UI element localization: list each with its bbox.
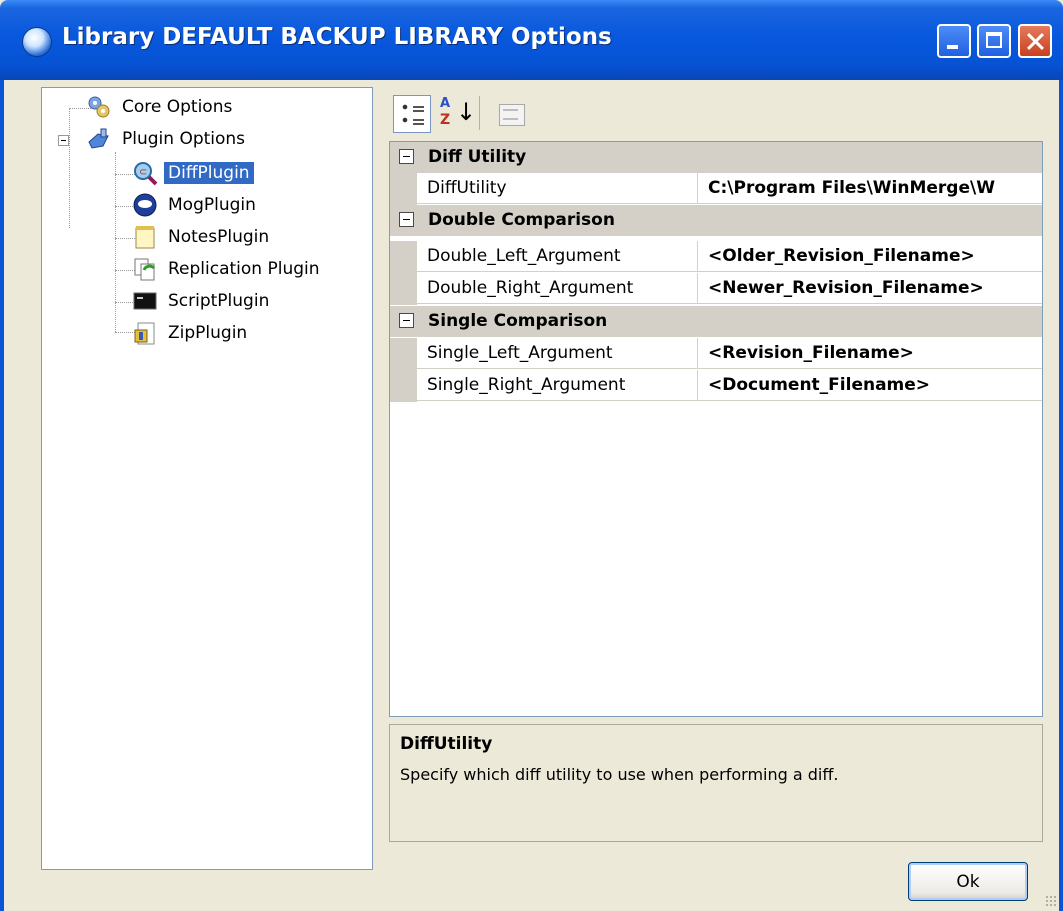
property-name[interactable]: DiffUtility [417,173,698,204]
property-grid-toolbar: A Z ↓ [389,92,539,136]
help-title: DiffUtility [400,734,493,754]
notes-plugin-icon [132,224,158,250]
category-label: Double Comparison [428,210,615,230]
category-row-diff-utility[interactable]: Diff Utility [390,142,1042,173]
tree-item-zipplugin[interactable]: ZipPlugin [132,320,251,346]
property-row-double-right-argument[interactable]: Double_Right_Argument <Newer_Revision_Fi… [390,273,1042,305]
tree-line [69,108,70,228]
options-dialog: Library DEFAULT BACKUP LIBRARY Options C… [0,0,1063,911]
property-row-diffutility[interactable]: DiffUtility C:\Program Files\WinMerge\W [390,173,1042,205]
sort-alphabetical-icon[interactable]: A Z ↓ [435,95,477,133]
tree-item-scriptplugin[interactable]: ScriptPlugin [132,288,273,314]
collapse-expander-icon[interactable] [58,135,69,146]
core-options-icon [86,94,112,120]
collapse-category-icon[interactable] [399,149,414,164]
title-bar[interactable]: Library DEFAULT BACKUP LIBRARY Options [0,0,1063,80]
property-name[interactable]: Double_Right_Argument [417,273,698,304]
row-gutter [390,338,417,370]
window-title: Library DEFAULT BACKUP LIBRARY Options [62,24,612,50]
row-gutter [390,241,417,273]
tree-line [115,152,116,332]
tree-item-diffplugin[interactable]: ⊂ DiffPlugin [132,160,254,186]
window-frame-left [0,80,4,911]
property-pages-icon[interactable] [493,95,531,133]
property-value[interactable]: <Newer_Revision_Filename> [698,273,1042,304]
collapse-category-icon[interactable] [399,313,414,328]
mog-plugin-icon [132,192,158,218]
property-row-single-right-argument[interactable]: Single_Right_Argument <Document_Filename… [390,370,1042,402]
category-row-double-comparison[interactable]: Double Comparison [390,205,1042,236]
help-pane: DiffUtility Specify which diff utility t… [389,724,1043,842]
zip-plugin-icon [132,320,158,346]
options-tree[interactable]: Core Options Plugin Options ⊂ DiffPlugin… [41,87,373,870]
tree-item-label: Core Options [122,97,233,117]
tree-item-core-options[interactable]: Core Options [86,94,236,120]
svg-text:⊂: ⊂ [139,167,147,178]
row-gutter [390,273,417,305]
plugin-options-icon [86,126,112,152]
tree-item-label: ZipPlugin [168,323,248,343]
row-gutter [390,370,417,402]
tree-item-label: ScriptPlugin [168,291,270,311]
maximize-button[interactable] [977,24,1011,58]
resize-grip-icon[interactable] [1045,895,1057,907]
property-row-double-left-argument[interactable]: Double_Left_Argument <Older_Revision_Fil… [390,241,1042,273]
category-label: Single Comparison [428,311,608,331]
script-plugin-icon [132,288,158,314]
tree-item-notesplugin[interactable]: NotesPlugin [132,224,273,250]
tree-item-label: Plugin Options [122,129,246,149]
collapse-category-icon[interactable] [399,212,414,227]
sort-z-letter: Z [440,112,451,128]
replication-plugin-icon [132,256,158,282]
property-name[interactable]: Double_Left_Argument [417,241,698,272]
tree-item-label: DiffPlugin [164,162,254,184]
property-name[interactable]: Single_Right_Argument [417,370,698,401]
property-grid[interactable]: Diff Utility DiffUtility C:\Program File… [389,141,1043,717]
property-value[interactable]: <Document_Filename> [698,370,1042,401]
property-value[interactable]: C:\Program Files\WinMerge\W [698,173,1042,204]
toolbar-separator [479,96,480,130]
minimize-button[interactable] [937,24,971,58]
tree-item-label: MogPlugin [168,195,256,215]
category-row-single-comparison[interactable]: Single Comparison [390,306,1042,337]
sort-a-letter: A [440,96,451,111]
row-gutter [390,173,417,205]
property-value[interactable]: <Revision_Filename> [698,338,1042,369]
window-frame-right [1059,80,1063,911]
diff-plugin-icon: ⊂ [132,160,158,186]
tree-item-label: NotesPlugin [168,227,270,247]
property-row-single-left-argument[interactable]: Single_Left_Argument <Revision_Filename> [390,338,1042,370]
tree-item-mogplugin[interactable]: MogPlugin [132,192,260,218]
ok-button[interactable]: Ok [908,862,1028,901]
tree-item-label: Replication Plugin [168,259,320,279]
tree-item-replication-plugin[interactable]: Replication Plugin [132,256,324,282]
app-icon [22,27,52,57]
help-description: Specify which diff utility to use when p… [400,765,839,784]
close-button[interactable] [1018,24,1052,58]
category-label: Diff Utility [428,147,527,167]
property-name[interactable]: Single_Left_Argument [417,338,698,369]
property-value[interactable]: <Older_Revision_Filename> [698,241,1042,272]
tree-item-plugin-options[interactable]: Plugin Options [86,126,249,152]
sort-arrow-glyph: ↓ [456,98,477,126]
categorized-view-icon[interactable] [393,95,431,133]
